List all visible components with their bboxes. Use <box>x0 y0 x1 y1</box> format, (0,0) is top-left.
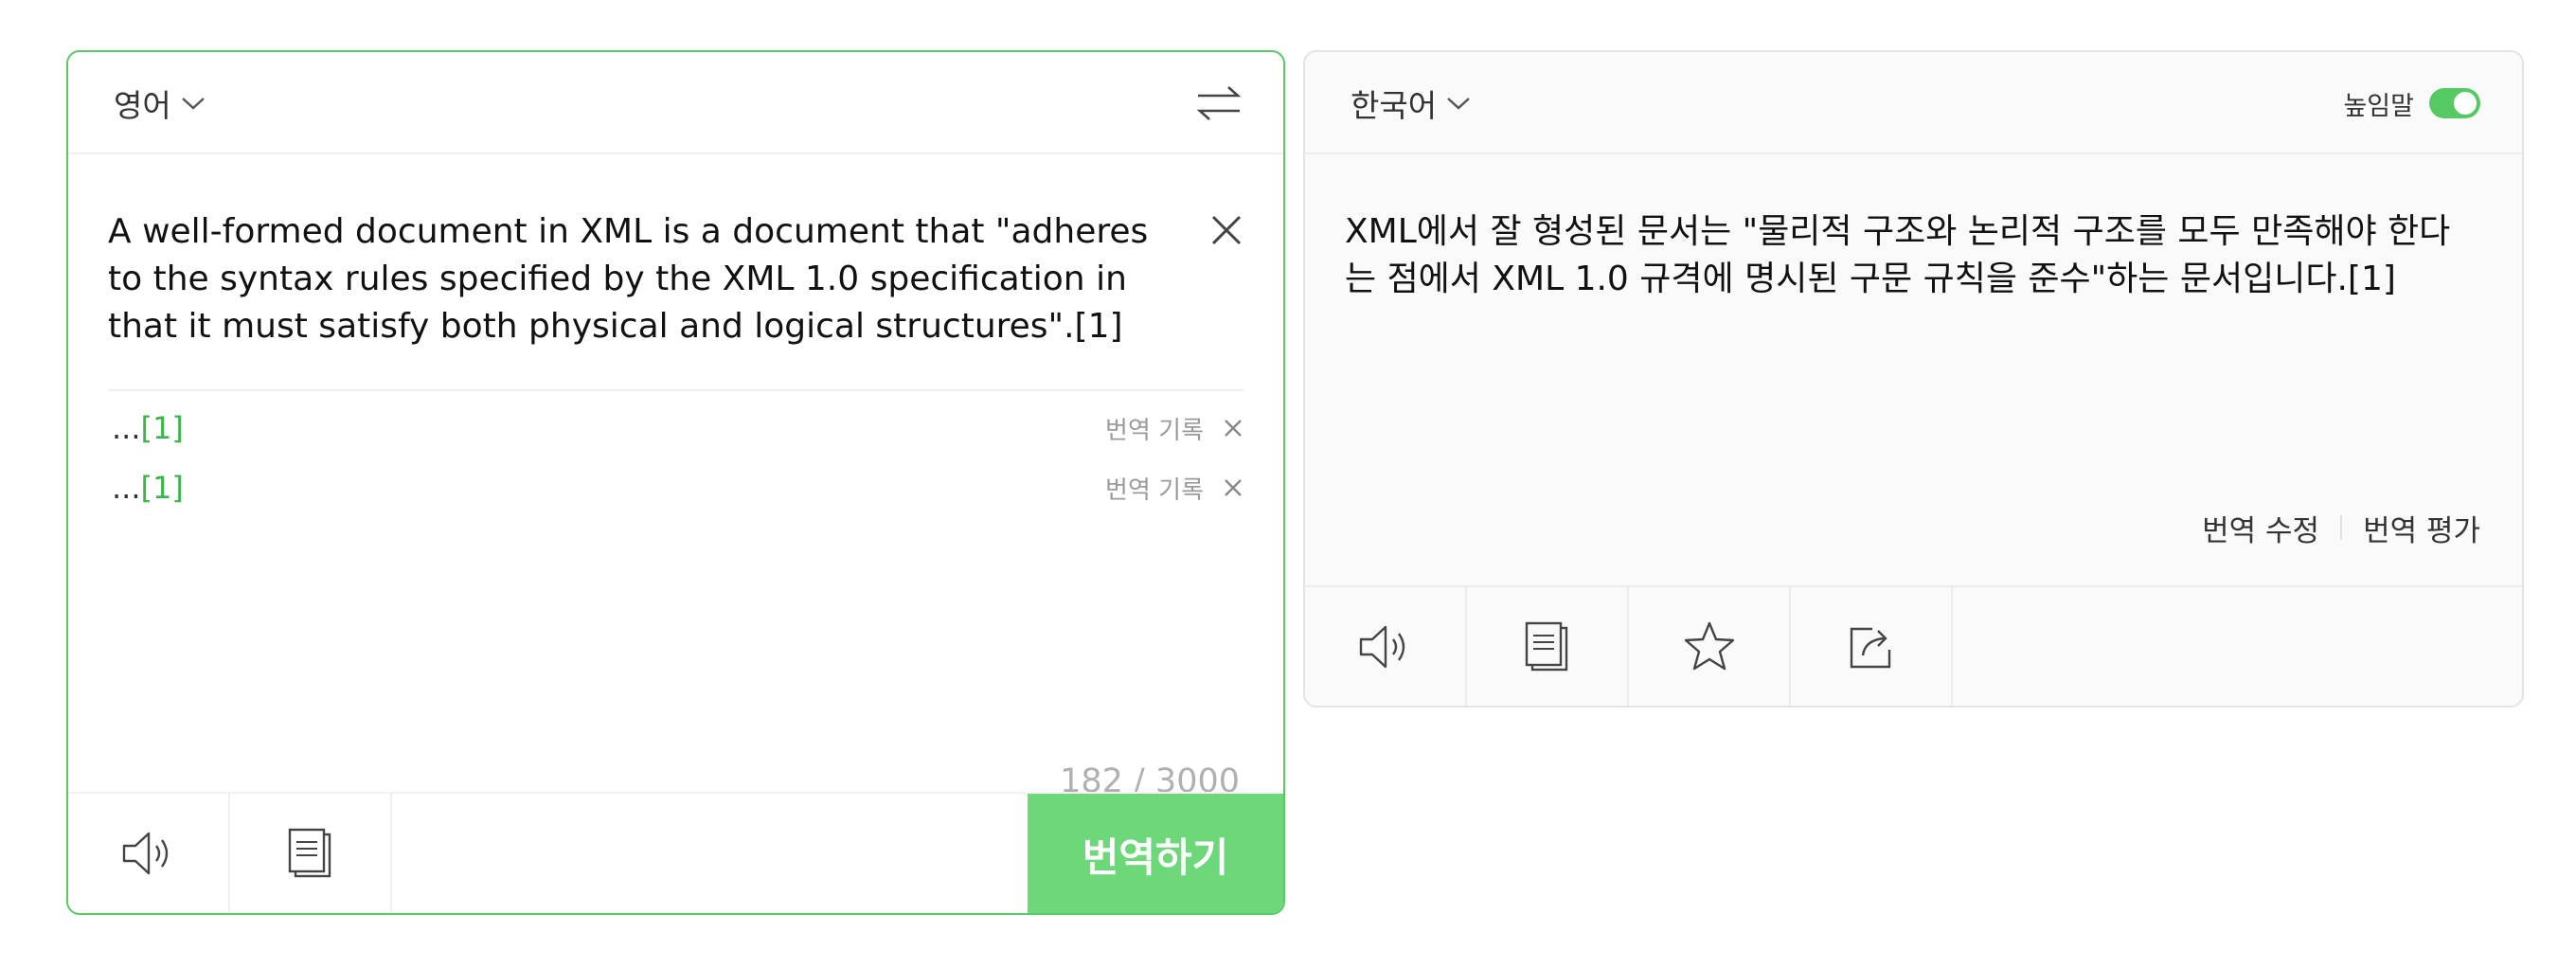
translator-app: 영어 A well-formed document in XML is a do… <box>0 0 2576 968</box>
share-button[interactable] <box>1791 587 1953 706</box>
chevron-down-icon <box>1447 98 1470 110</box>
target-panel: 한국어 높임말 XML에서 잘 형성된 문서는 "물리적 구조와 논리적 구조를… <box>1303 50 2524 708</box>
history-suggestion-item[interactable]: ... [1] 번역 기록 <box>112 407 1243 449</box>
source-copy-button[interactable] <box>230 794 392 913</box>
speaker-icon <box>122 832 168 875</box>
source-listen-button[interactable] <box>68 794 230 913</box>
history-label: 번역 기록 <box>1105 416 1204 445</box>
history-suggestion-item[interactable]: ... [1] 번역 기록 <box>112 467 1243 509</box>
edit-translation-link[interactable]: 번역 수정 <box>2202 507 2319 549</box>
copy-icon <box>1525 621 1567 671</box>
history-tag: 번역 기록 <box>1105 411 1243 446</box>
rate-translation-link[interactable]: 번역 평가 <box>2363 507 2480 549</box>
copy-icon <box>288 828 331 878</box>
suggestion-ellipsis: ... <box>112 410 141 446</box>
chevron-down-icon <box>181 98 205 110</box>
remove-history-icon[interactable] <box>1223 477 1243 498</box>
target-language-label: 한국어 <box>1351 87 1438 124</box>
swap-languages-icon[interactable] <box>1194 82 1243 124</box>
favorite-button[interactable] <box>1629 587 1791 706</box>
suggestion-ref: [1] <box>140 470 184 506</box>
source-language-label: 영어 <box>114 87 171 124</box>
honorific-toggle-group: 높임말 <box>2343 86 2480 121</box>
action-separator <box>2340 515 2343 540</box>
source-toolbar: 번역하기 <box>68 792 1283 913</box>
source-language-select[interactable]: 영어 <box>114 82 206 124</box>
honorific-toggle[interactable] <box>2429 88 2480 118</box>
speaker-icon <box>1359 625 1404 668</box>
target-copy-button[interactable] <box>1467 587 1629 706</box>
target-header: 한국어 높임말 <box>1305 52 2522 154</box>
share-icon <box>1850 627 1890 668</box>
suggestion-ref: [1] <box>140 410 184 446</box>
history-label: 번역 기록 <box>1105 475 1204 505</box>
target-listen-button[interactable] <box>1305 587 1467 706</box>
remove-history-icon[interactable] <box>1223 418 1243 439</box>
target-language-select[interactable]: 한국어 <box>1351 82 1471 124</box>
source-panel: 영어 A well-formed document in XML is a do… <box>66 50 1285 915</box>
toggle-knob <box>2454 92 2477 115</box>
history-tag: 번역 기록 <box>1105 471 1243 506</box>
suggestion-ellipsis: ... <box>112 470 141 506</box>
source-header: 영어 <box>68 52 1283 154</box>
target-toolbar <box>1305 585 2522 706</box>
translation-actions: 번역 수정 번역 평가 <box>2202 507 2480 548</box>
source-divider <box>108 389 1243 391</box>
star-icon <box>1684 621 1734 670</box>
translate-button[interactable]: 번역하기 <box>1028 794 1283 913</box>
translation-output: XML에서 잘 형성된 문서는 "물리적 구조와 논리적 구조를 모두 만족해야… <box>1345 212 2451 298</box>
clear-text-icon[interactable] <box>1209 213 1243 247</box>
source-text-input[interactable]: A well-formed document in XML is a docum… <box>108 208 1178 350</box>
honorific-label: 높임말 <box>2343 91 2414 121</box>
